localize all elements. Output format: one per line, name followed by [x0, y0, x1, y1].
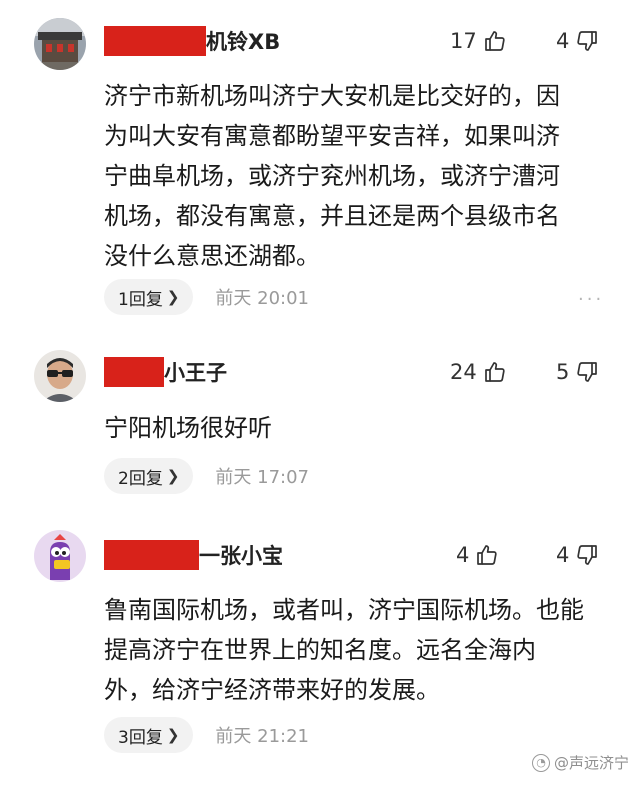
redaction-block	[104, 26, 206, 56]
watermark-logo-icon: ◔	[532, 753, 550, 772]
comment-text: 济宁市新机场叫济宁大安机是比交好的，因 为叫大安有寓意都盼望平安吉祥，如果叫济 …	[104, 82, 560, 270]
reply-label: 1回复	[118, 289, 163, 310]
username[interactable]: 小王子	[104, 357, 227, 387]
username-text: 机铃XB	[206, 30, 281, 54]
watermark: ◔ @声远济宁	[532, 752, 629, 773]
chevron-right-icon: ❯	[166, 467, 180, 485]
dislike-button[interactable]: 4	[556, 26, 599, 56]
username[interactable]: 机铃XB	[104, 26, 280, 56]
username[interactable]: 一张小宝	[104, 540, 283, 570]
thumbs-down-icon	[575, 360, 599, 384]
like-button[interactable]: 17	[450, 26, 507, 56]
thumbs-down-icon	[575, 543, 599, 567]
thumbs-down-icon	[575, 29, 599, 53]
like-count: 4	[456, 543, 470, 567]
dislike-count: 4	[556, 29, 570, 53]
thumbs-up-icon	[483, 360, 507, 384]
comment-text: 鲁南国际机场，或者叫，济宁国际机场。也能 提高济宁在世界上的知名度。远名全海内 …	[104, 596, 584, 704]
chevron-right-icon: ❯	[166, 726, 180, 744]
reply-button[interactable]: 1回复 ❯	[104, 279, 194, 315]
avatar[interactable]	[34, 350, 86, 402]
comment-thread: 机铃XB 17 4 济宁市新机场叫济宁大安机是比交好的，因 为叫大安有寓意都盼望…	[0, 0, 640, 785]
comment-time: 前天 17:07	[215, 467, 310, 488]
dislike-button[interactable]: 4	[556, 540, 599, 570]
comment-time: 前天 21:21	[215, 726, 310, 747]
watermark-text: @声远济宁	[554, 754, 630, 772]
username-text: 小王子	[164, 361, 227, 385]
thumbs-up-icon	[475, 543, 499, 567]
redaction-block	[104, 357, 164, 387]
avatar[interactable]	[34, 18, 86, 70]
reply-button[interactable]: 3回复 ❯	[104, 717, 194, 753]
comment-meta: 3回复 ❯ 前天 21:21	[104, 717, 309, 753]
more-options-icon[interactable]: ···	[578, 289, 604, 310]
redaction-block	[104, 540, 199, 570]
reply-button[interactable]: 2回复 ❯	[104, 458, 194, 494]
comment-meta: 1回复 ❯ 前天 20:01	[104, 279, 309, 315]
comment-text: 宁阳机场很好听	[104, 414, 272, 442]
avatar[interactable]	[34, 530, 86, 582]
like-button[interactable]: 4	[456, 540, 499, 570]
like-count: 24	[450, 360, 477, 384]
thumbs-up-icon	[483, 29, 507, 53]
reply-label: 2回复	[118, 468, 163, 489]
username-text: 一张小宝	[199, 544, 283, 568]
reply-label: 3回复	[118, 727, 163, 748]
dislike-button[interactable]: 5	[556, 357, 599, 387]
chevron-right-icon: ❯	[166, 288, 180, 306]
comment-meta: 2回复 ❯ 前天 17:07	[104, 458, 309, 494]
like-button[interactable]: 24	[450, 357, 507, 387]
comment-time: 前天 20:01	[215, 288, 310, 309]
dislike-count: 4	[556, 543, 570, 567]
dislike-count: 5	[556, 360, 570, 384]
like-count: 17	[450, 29, 477, 53]
